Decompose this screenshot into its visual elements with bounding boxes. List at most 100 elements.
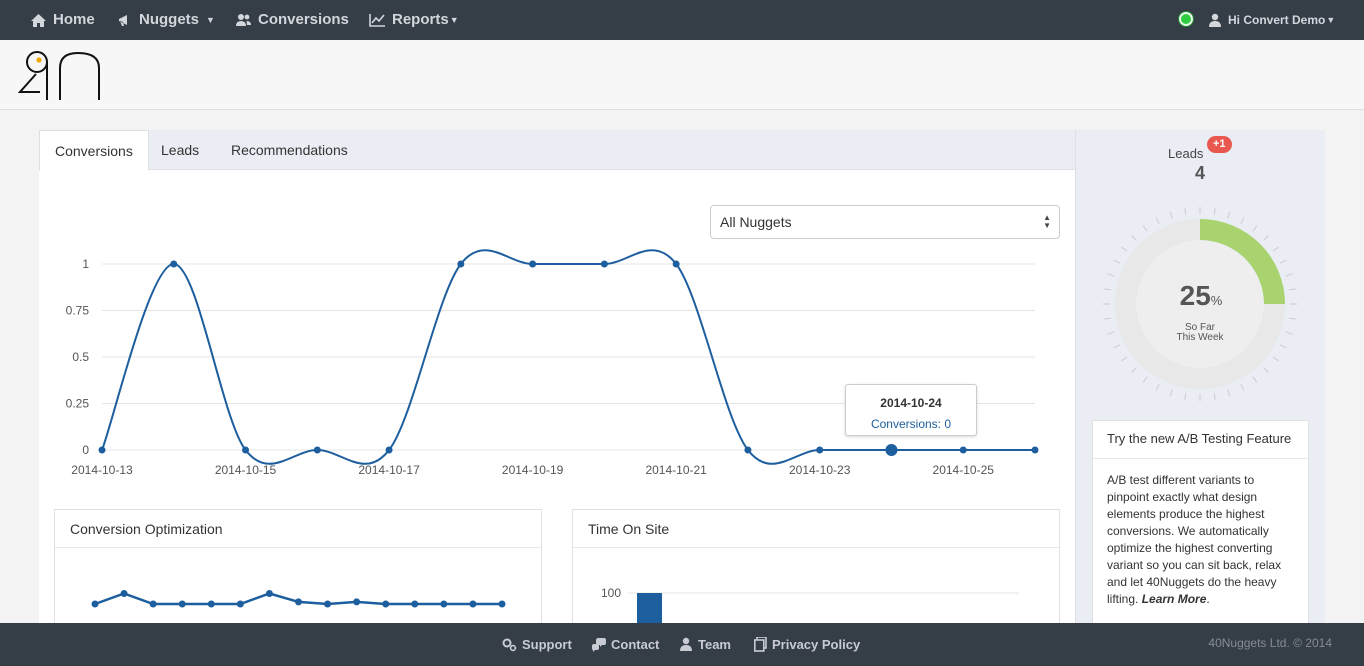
x-tick-label: 2014-10-13 [71, 463, 133, 477]
footer-contact[interactable]: Contact [591, 623, 659, 666]
chevron-down-icon: ▼ [1326, 15, 1336, 25]
gauge-tick [1184, 392, 1187, 400]
document-icon [754, 637, 767, 652]
sparkline-point [324, 600, 332, 608]
brand-logo[interactable] [18, 50, 104, 102]
nav-conversions-label: Conversions [258, 11, 349, 28]
x-tick-label: 2014-10-17 [358, 463, 420, 477]
y-tick-label: 0.5 [72, 350, 89, 364]
conversions-chart: 0 0.25 0.5 0.75 1 2014-10-13 2014-10-15 2014-10… [66, 249, 1039, 477]
gauge-tick [1131, 367, 1137, 373]
gauge-tick [1279, 344, 1287, 349]
data-point [1031, 446, 1039, 454]
sparkline-point [207, 600, 215, 608]
promo-title: Try the new A/B Testing Feature [1093, 421, 1308, 459]
data-point [600, 260, 608, 268]
gauge-tick [1227, 211, 1231, 219]
leads-count: 4 [1194, 163, 1205, 183]
nav-nuggets[interactable]: Nuggets ▼ [117, 0, 215, 40]
sparkline-point [120, 590, 128, 597]
chevron-down-icon: ▼ [206, 15, 215, 25]
gauge-tick [1252, 376, 1258, 383]
data-point [959, 446, 967, 454]
sparkline-point [353, 598, 361, 606]
x-tick-label: 2014-10-25 [933, 463, 995, 477]
gauge-symbol: % [1210, 293, 1223, 308]
gauge-tick [1288, 288, 1296, 291]
gauge-tick [1213, 208, 1216, 216]
user-menu[interactable]: Hi Convert Demo ▼ [1208, 0, 1335, 40]
gauge-tick [1142, 376, 1148, 383]
status-indicator [1179, 12, 1193, 26]
gauge-tick [1155, 217, 1160, 225]
data-point [242, 446, 250, 454]
footer-support[interactable]: Support [502, 623, 572, 666]
x-tick-label: 2014-10-23 [789, 463, 851, 477]
y-tick-label: 0.25 [66, 397, 90, 411]
chat-icon [592, 637, 606, 652]
data-point [529, 260, 537, 268]
gauge-tick [1113, 259, 1121, 264]
data-point [385, 446, 393, 454]
nav-home[interactable]: Home [30, 0, 95, 40]
conversion-optimization-card: Conversion Optimization [54, 509, 542, 630]
top-navbar: Home Nuggets ▼ Conversions Reports ▼ Hi … [0, 0, 1364, 40]
gauge-tick [1285, 273, 1293, 277]
chart-tooltip: 2014-10-24 Conversions: 0 [845, 384, 977, 436]
data-point [98, 446, 106, 454]
sparkline-point [236, 600, 244, 608]
gauge-tick [1184, 208, 1187, 216]
copyright: 40Nuggets Ltd. © 2014 [1208, 636, 1332, 650]
sparkline-point [149, 600, 157, 608]
y-tick-label: 0 [82, 443, 89, 457]
sparkline-point [265, 590, 273, 597]
data-point [457, 260, 465, 268]
sparkline-point [178, 600, 186, 608]
data-point [672, 260, 680, 268]
gears-icon [502, 638, 517, 651]
gauge-value: 25 [1179, 280, 1211, 311]
gauge-tick [1121, 356, 1128, 362]
gauge-tick [1272, 246, 1279, 252]
footer-team-label: Team [698, 636, 731, 652]
promo-period: . [1206, 592, 1210, 606]
chevron-down-icon: ▼ [449, 15, 459, 25]
footer-privacy[interactable]: Privacy Policy [754, 623, 860, 666]
time-on-site-chart: 100 [601, 586, 1019, 629]
promo-text: A/B test different variants to pinpoint … [1107, 473, 1282, 606]
sparkline-point [382, 600, 390, 608]
card-title: Conversion Optimization [55, 510, 541, 548]
x-tick-label: 2014-10-19 [502, 463, 564, 477]
gauge-tick [1113, 344, 1121, 349]
nav-conversions[interactable]: Conversions [235, 0, 349, 40]
gauge-tick [1104, 288, 1112, 291]
footer-contact-label: Contact [611, 636, 660, 652]
main-panel: Conversions Leads Recommendations All Nu… [39, 130, 1075, 630]
sparkline-point [295, 598, 302, 606]
megaphone-icon [119, 14, 127, 26]
user-menu-label: Hi Convert Demo [1228, 13, 1326, 27]
x-tick-label: 2014-10-21 [645, 463, 707, 477]
gauge-tick [1213, 392, 1216, 400]
gauge-tick [1169, 211, 1173, 219]
highlighted-point [885, 444, 898, 456]
data-point [744, 446, 752, 454]
gauge-tick [1252, 225, 1258, 232]
tooltip-date: 2014-10-24 [880, 396, 942, 410]
learn-more-link[interactable]: Learn More [1142, 592, 1207, 606]
sparkline-point [498, 600, 506, 608]
nav-reports[interactable]: Reports ▼ [369, 0, 459, 40]
optimization-sparkline [91, 590, 506, 608]
gauge-tick [1121, 246, 1128, 252]
footer-team[interactable]: Team [679, 623, 731, 666]
leads-label: Leads [1168, 146, 1204, 161]
sparkline-point [440, 600, 448, 608]
y-tick-label: 100 [601, 586, 621, 600]
footer: Support Contact Team Privacy Policy 40Nu… [0, 623, 1364, 666]
gauge-tick [1131, 235, 1137, 241]
gauge-tick [1240, 383, 1245, 391]
sparkline-point [91, 600, 99, 608]
gauge-percentage: 25% [1156, 280, 1246, 312]
gauge-tick [1107, 331, 1115, 335]
user-icon [680, 637, 692, 651]
